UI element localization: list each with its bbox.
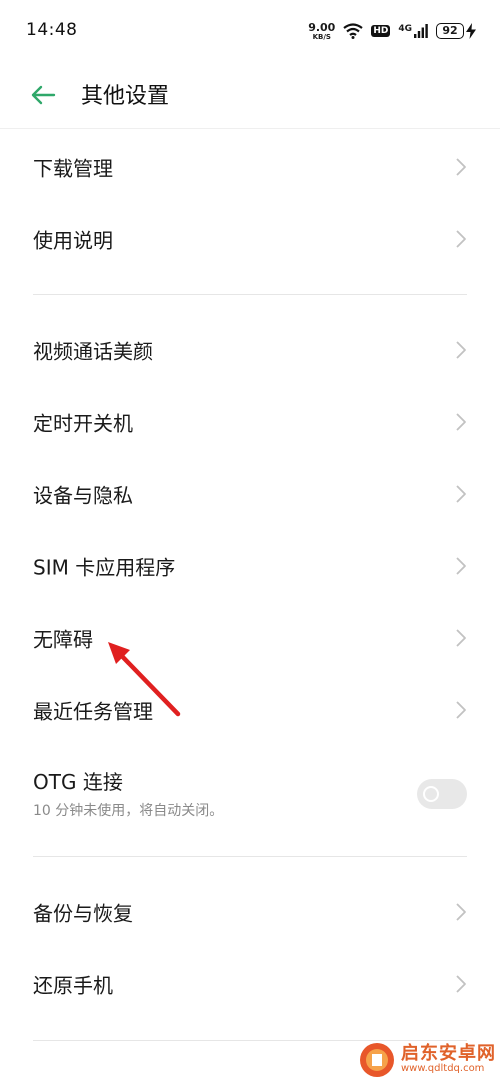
list-item-label: 定时开关机 [33,411,133,436]
chevron-right-icon [456,903,466,921]
chevron-right-icon [456,557,466,575]
annotation-arrow-icon [108,642,181,717]
list-item-video-call-beauty[interactable]: 视频通话美颜 [0,314,500,386]
cellular-signal: 4G [398,24,428,38]
list-item-label: 使用说明 [33,228,113,253]
chevron-right-icon [456,485,466,503]
chevron-right-icon [456,629,466,647]
list-item-label: 无障碍 [33,627,93,652]
list-item-user-guide[interactable]: 使用说明 [0,203,500,275]
list-item-accessibility[interactable]: 无障碍 [0,602,500,674]
wifi-icon [343,23,364,39]
section-divider [33,1040,467,1041]
list-item-reset-phone[interactable]: 还原手机 [0,948,500,1020]
list-item-otg[interactable]: OTG 连接 10 分钟未使用，将自动关闭。 [0,750,500,838]
arrow-left-icon[interactable] [30,82,56,108]
list-item-label: 视频通话美颜 [33,339,153,364]
list-item-label: 下载管理 [33,156,113,181]
list-item-download-manager[interactable]: 下载管理 [0,131,500,203]
chevron-right-icon [456,230,466,248]
chevron-right-icon [456,413,466,431]
list-item-label: SIM 卡应用程序 [33,555,176,580]
otg-toggle[interactable] [417,779,467,809]
status-time: 14:48 [26,20,78,40]
list-item-label: 备份与恢复 [33,901,133,926]
network-type-label: 4G [398,24,412,34]
battery-level: 92 [436,23,464,39]
watermark-logo-icon [360,1043,394,1077]
list-item-backup-restore[interactable]: 备份与恢复 [0,876,500,948]
hd-badge: HD [371,25,391,37]
list-item-recent-tasks[interactable]: 最近任务管理 [0,674,500,746]
watermark: 启东安卓网 www.qdltdq.com [359,1042,496,1078]
app-header: 其他设置 [0,62,500,126]
chevron-right-icon [456,341,466,359]
chevron-right-icon [456,158,466,176]
status-bar: 14:48 9.00 KB/S HD 4G 92 [0,0,500,60]
watermark-title: 启东安卓网 [401,1043,496,1065]
toggle-knob [423,786,439,802]
otg-label: OTG 连接 [33,770,123,794]
status-icons: 9.00 KB/S HD 4G 92 [308,19,476,43]
page-title: 其他设置 [81,84,170,109]
section-divider [33,294,467,295]
list-item-label: 设备与隐私 [33,483,133,508]
watermark-url: www.qdltdq.com [401,1063,485,1075]
battery-indicator: 92 [436,23,476,39]
chevron-right-icon [456,975,466,993]
header-divider [0,128,500,129]
list-item-device-privacy[interactable]: 设备与隐私 [0,458,500,530]
list-item-label: 还原手机 [33,973,113,998]
list-item-scheduled-power[interactable]: 定时开关机 [0,386,500,458]
signal-bars-icon [414,24,428,38]
charging-icon [466,23,476,39]
chevron-right-icon [456,701,466,719]
otg-description: 10 分钟未使用，将自动关闭。 [33,803,224,819]
section-divider [33,856,467,857]
list-item-sim-apps[interactable]: SIM 卡应用程序 [0,530,500,602]
network-speed: 9.00 KB/S [308,20,336,41]
